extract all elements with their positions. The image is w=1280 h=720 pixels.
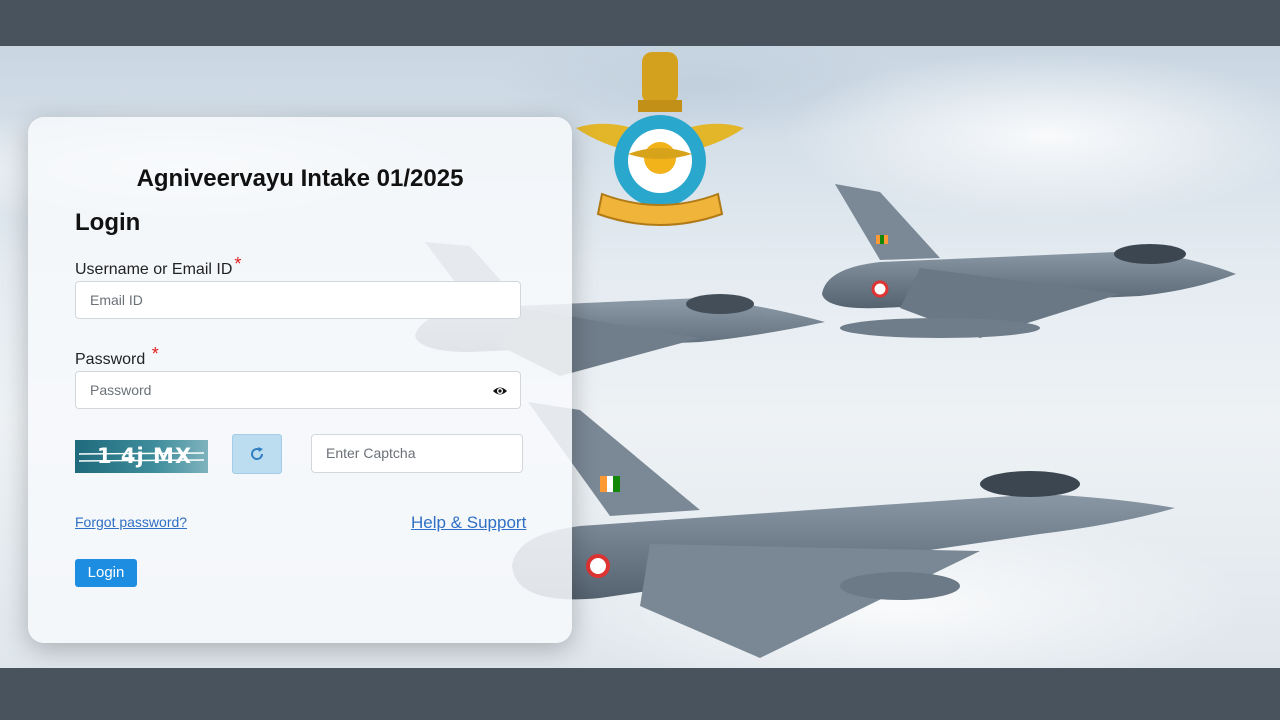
username-input[interactable]: Email ID — [75, 281, 521, 319]
iaf-emblem-icon — [576, 52, 744, 226]
password-placeholder: Password — [90, 382, 152, 398]
captcha-noise — [79, 452, 204, 462]
captcha-input[interactable]: Enter Captcha — [311, 434, 523, 473]
password-input[interactable]: Password — [75, 371, 521, 409]
captcha-placeholder: Enter Captcha — [326, 445, 416, 461]
login-button[interactable]: Login — [75, 559, 137, 587]
password-label: Password * — [75, 344, 159, 368]
required-mark: * — [234, 254, 242, 274]
captcha-image: 1 4j MX — [75, 440, 208, 473]
page-title: Agniveervayu Intake 01/2025 — [136, 165, 464, 192]
top-frame-bar — [0, 0, 1280, 46]
refresh-captcha-button[interactable] — [232, 434, 282, 474]
username-placeholder: Email ID — [90, 292, 143, 308]
eye-icon[interactable] — [492, 383, 508, 399]
forgot-password-link[interactable]: Forgot password? — [75, 514, 187, 530]
jet-lower — [512, 402, 1175, 658]
refresh-icon — [251, 447, 264, 460]
help-support-link[interactable]: Help & Support — [411, 513, 526, 533]
bottom-frame-bar — [0, 668, 1280, 720]
required-mark: * — [151, 344, 159, 364]
username-label: Username or Email ID * — [75, 254, 242, 278]
login-card: Agniveervayu Intake 01/2025 Login Userna… — [28, 117, 572, 643]
login-heading: Login — [75, 209, 141, 236]
jet-right — [822, 184, 1236, 338]
